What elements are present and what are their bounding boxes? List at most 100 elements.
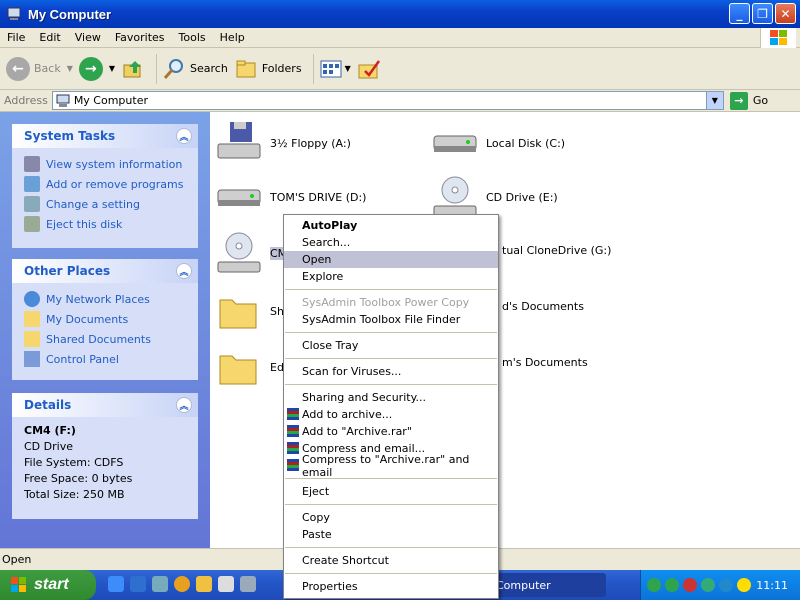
window-title: My Computer	[28, 6, 112, 22]
eds-documents-item[interactable]: d's Documents	[494, 300, 584, 313]
menu-item-create-shortcut[interactable]: Create Shortcut	[284, 552, 498, 569]
smiley-icon[interactable]	[737, 578, 751, 592]
folders-label: Folders	[261, 62, 302, 75]
menu-item-properties[interactable]: Properties	[284, 578, 498, 595]
address-dropdown-icon[interactable]: ▼	[705, 92, 723, 109]
folders-icon	[236, 60, 256, 77]
menu-file[interactable]: File	[0, 31, 32, 44]
forward-dropdown-icon[interactable]: ▼	[109, 64, 115, 73]
menu-item-copy[interactable]: Copy	[284, 509, 498, 526]
address-field[interactable]: My Computer ▼	[51, 91, 724, 110]
menu-item-paste[interactable]: Paste	[284, 526, 498, 543]
winrar-icon	[287, 408, 299, 420]
up-folder-icon	[123, 60, 142, 77]
menu-item-search[interactable]: Search...	[284, 234, 498, 251]
maximize-button[interactable]: ❐	[752, 3, 773, 24]
forward-button[interactable]: → ▼	[78, 56, 115, 81]
menu-item-autoplay[interactable]: AutoPlay	[284, 217, 498, 234]
folder-options-button[interactable]	[357, 57, 381, 81]
winrar-icon	[287, 425, 299, 437]
back-dropdown-icon[interactable]: ▼	[67, 64, 73, 73]
folders-button[interactable]: Folders	[234, 57, 302, 81]
clonedrive-item[interactable]: tual CloneDrive (G:)	[494, 244, 611, 257]
toms-documents-item[interactable]: m's Documents	[494, 356, 588, 369]
menu-edit[interactable]: Edit	[32, 31, 67, 44]
minimize-button[interactable]: _	[729, 3, 750, 24]
search-button[interactable]: Search	[162, 57, 228, 81]
quick-launch-icon[interactable]	[196, 576, 212, 592]
cm4-drive-item[interactable]: CM	[216, 230, 288, 276]
status-text: Open	[2, 553, 32, 566]
menu-item-explore[interactable]: Explore	[284, 268, 498, 285]
go-arrow-icon: →	[729, 91, 748, 110]
context-menu: AutoPlay Search... Open Explore SysAdmin…	[283, 214, 499, 599]
quick-launch-icon[interactable]	[240, 576, 256, 592]
menu-item-label: Compress to "Archive.rar" and email	[302, 452, 470, 479]
quick-launch-icon[interactable]	[152, 576, 168, 592]
menu-item-compress-rar-email[interactable]: Compress to "Archive.rar" and email	[284, 453, 498, 479]
notepad-icon[interactable]	[218, 576, 234, 592]
menu-item-scan-viruses[interactable]: Scan for Viruses...	[284, 363, 498, 380]
tray-icon[interactable]	[665, 578, 679, 592]
folder-label: m's Documents	[502, 356, 588, 369]
view-system-info-link[interactable]: View system information	[24, 154, 186, 174]
go-button[interactable]: → Go	[729, 91, 768, 110]
other-places-header[interactable]: Other Places ︽	[12, 259, 198, 283]
local-disk-item[interactable]: Local Disk (C:)	[432, 120, 565, 166]
change-setting-link[interactable]: Change a setting	[24, 194, 186, 214]
views-button[interactable]: ▼	[319, 57, 351, 81]
collapse-chevron-icon[interactable]: ︽	[176, 128, 192, 144]
menu-item-sharing-security[interactable]: Sharing and Security...	[284, 389, 498, 406]
ed-folder-item[interactable]: Ed'	[216, 344, 287, 390]
folder-label: d's Documents	[502, 300, 584, 313]
menu-view[interactable]: View	[68, 31, 108, 44]
back-label: Back	[34, 62, 61, 75]
menu-item-add-rar[interactable]: Add to "Archive.rar"	[284, 423, 498, 440]
collapse-chevron-icon[interactable]: ︽	[176, 263, 192, 279]
network-places-icon	[24, 291, 40, 307]
title-bar: My Computer _ ❐ ✕	[0, 0, 800, 28]
shared-documents-link[interactable]: Shared Documents	[24, 329, 186, 349]
menu-help[interactable]: Help	[213, 31, 252, 44]
control-panel-link[interactable]: Control Panel	[24, 349, 186, 369]
collapse-chevron-icon[interactable]: ︽	[176, 397, 192, 413]
tray-icon[interactable]	[647, 578, 661, 592]
add-remove-programs-link[interactable]: Add or remove programs	[24, 174, 186, 194]
eject-disk-link[interactable]: Eject this disk	[24, 214, 186, 234]
my-documents-link[interactable]: My Documents	[24, 309, 186, 329]
menu-tools[interactable]: Tools	[172, 31, 213, 44]
media-player-icon[interactable]	[174, 576, 190, 592]
network-places-link[interactable]: My Network Places	[24, 289, 186, 309]
menu-item-open[interactable]: Open	[284, 251, 498, 268]
details-header[interactable]: Details ︽	[12, 393, 198, 417]
drive-label: CD Drive (E:)	[486, 190, 558, 204]
tray-icon[interactable]	[701, 578, 715, 592]
taskbar-window-button[interactable]: Computer	[482, 573, 606, 597]
up-folder-button[interactable]	[121, 57, 145, 81]
menu-item-eject[interactable]: Eject	[284, 483, 498, 500]
link-label: Control Panel	[46, 352, 119, 366]
floppy-drive-item[interactable]: 3½ Floppy (A:)	[216, 120, 351, 166]
menu-separator	[285, 332, 497, 333]
menu-item-close-tray[interactable]: Close Tray	[284, 337, 498, 354]
add-remove-icon	[24, 176, 40, 192]
tray-icon[interactable]	[683, 578, 697, 592]
control-panel-icon	[24, 351, 40, 367]
system-tray: 11:11	[640, 570, 800, 600]
link-label: Add or remove programs	[46, 177, 184, 191]
back-button[interactable]: ← Back ▼	[6, 56, 73, 81]
internet-explorer-icon[interactable]	[130, 576, 146, 592]
network-icon[interactable]	[719, 578, 733, 592]
system-tasks-header[interactable]: System Tasks ︽	[12, 124, 198, 148]
quick-launch-icon[interactable]	[108, 576, 124, 592]
start-button[interactable]: start	[0, 570, 96, 600]
menu-item-label: Add to "Archive.rar"	[302, 425, 412, 438]
menu-favorites[interactable]: Favorites	[108, 31, 172, 44]
clock[interactable]: 11:11	[756, 579, 788, 592]
details-panel: Details ︽ CM4 (F:) CD Drive File System:…	[12, 393, 198, 519]
close-button[interactable]: ✕	[775, 3, 796, 24]
menu-item-add-archive[interactable]: Add to archive...	[284, 406, 498, 423]
menu-item-file-finder[interactable]: SysAdmin Toolbox File Finder	[284, 311, 498, 328]
shared-docs-folder-item[interactable]: Sha	[216, 288, 291, 334]
winrar-icon	[287, 459, 299, 471]
